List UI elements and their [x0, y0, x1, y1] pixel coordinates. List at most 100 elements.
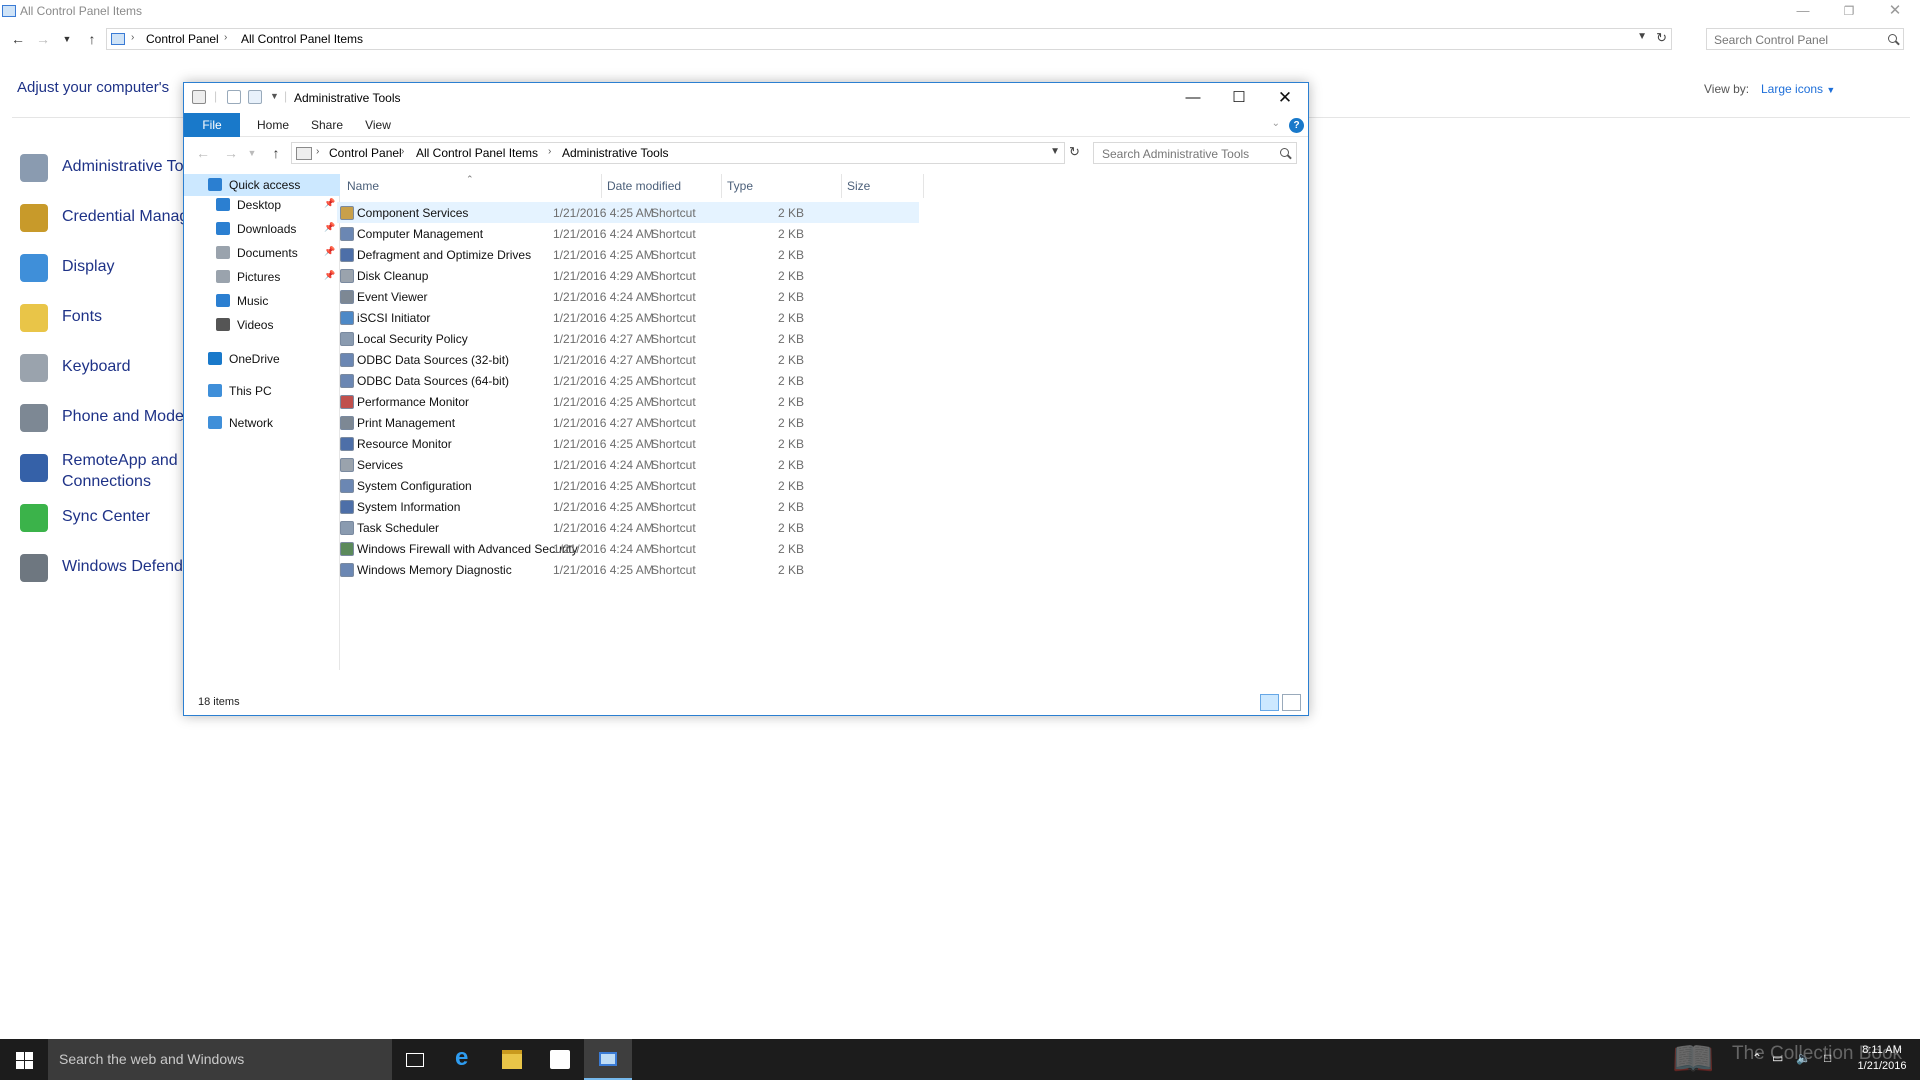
properties-icon[interactable]: [227, 90, 241, 104]
breadcrumb-control-panel[interactable]: Control Panel: [146, 32, 219, 46]
column-header-date-modified[interactable]: Date modified: [602, 174, 722, 198]
new-folder-icon[interactable]: [248, 90, 262, 104]
nav-item[interactable]: Network: [184, 412, 340, 434]
column-header-name[interactable]: Name ⌃: [342, 174, 602, 198]
file-row[interactable]: Disk Cleanup 1/21/2016 4:29 AM Shortcut 2 K…: [337, 265, 919, 286]
customize-toolbar-chevron-icon[interactable]: ▼: [270, 91, 279, 101]
breadcrumb-control-panel[interactable]: Control Panel: [329, 146, 402, 160]
tab-file[interactable]: File: [184, 113, 240, 137]
breadcrumb-separator-icon[interactable]: ›: [316, 146, 319, 157]
control-panel-item[interactable]: Credential Manag: [20, 200, 188, 236]
breadcrumb-administrative-tools[interactable]: Administrative Tools: [562, 146, 669, 160]
control-panel-item[interactable]: Fonts: [20, 300, 180, 336]
details-view-icon[interactable]: [1260, 694, 1279, 711]
volume-icon[interactable]: 🔈: [1796, 1051, 1811, 1065]
explorer-address-bar[interactable]: › Control Panel › All Control Panel Item…: [291, 142, 1065, 164]
file-row[interactable]: Defragment and Optimize Drives 1/21/2016 …: [337, 244, 919, 265]
pin-icon[interactable]: 📌: [324, 198, 335, 209]
refresh-icon[interactable]: ↻: [1656, 30, 1667, 46]
start-button[interactable]: [0, 1039, 48, 1080]
close-button[interactable]: ✕: [1872, 0, 1918, 22]
maximize-button[interactable]: ☐: [1216, 83, 1262, 113]
nav-item[interactable]: Music: [184, 290, 340, 312]
nav-item[interactable]: OneDrive: [184, 348, 340, 370]
pin-icon[interactable]: 📌: [324, 246, 335, 257]
tab-view[interactable]: View: [356, 113, 400, 137]
up-arrow-icon[interactable]: ↑: [82, 29, 102, 49]
nav-item[interactable]: Quick access: [184, 174, 340, 196]
restore-button[interactable]: ❐: [1826, 0, 1872, 22]
address-dropdown-icon[interactable]: ▼: [1050, 146, 1060, 157]
nav-item[interactable]: Documents 📌: [184, 242, 340, 264]
taskbar-search-box[interactable]: Search the web and Windows: [48, 1039, 392, 1080]
nav-item[interactable]: Pictures 📌: [184, 266, 340, 288]
breadcrumb-separator-icon[interactable]: ›: [401, 146, 404, 157]
forward-arrow-icon[interactable]: →: [33, 29, 53, 49]
control-panel-item[interactable]: Keyboard: [20, 350, 180, 386]
control-panel-item[interactable]: Windows Defende: [20, 550, 192, 586]
column-header-size[interactable]: Size: [842, 174, 924, 198]
clock-time[interactable]: 8:11 AM: [1852, 1044, 1912, 1056]
nav-item[interactable]: Videos: [184, 314, 340, 336]
file-row[interactable]: System Configuration 1/21/2016 4:25 AM Sho…: [337, 475, 919, 496]
back-arrow-icon[interactable]: ←: [8, 29, 28, 49]
file-row[interactable]: Windows Memory Diagnostic 1/21/2016 4:25 …: [337, 559, 919, 580]
large-icons-view-icon[interactable]: [1282, 694, 1301, 711]
file-row[interactable]: Services 1/21/2016 4:24 AM Shortcut 2 KB: [337, 454, 919, 475]
file-row[interactable]: Print Management 1/21/2016 4:27 AM Shortcu…: [337, 412, 919, 433]
forward-arrow-icon[interactable]: →: [221, 143, 241, 163]
view-by-dropdown[interactable]: Large icons ▼: [1761, 82, 1835, 96]
control-panel-item[interactable]: Administrative To: [20, 150, 184, 186]
breadcrumb-separator-icon[interactable]: ›: [131, 32, 134, 43]
file-row[interactable]: Task Scheduler 1/21/2016 4:24 AM Shortcut 2…: [337, 517, 919, 538]
minimize-button[interactable]: —: [1780, 0, 1826, 22]
file-row[interactable]: iSCSI Initiator 1/21/2016 4:25 AM Shortcut…: [337, 307, 919, 328]
control-panel-search-input[interactable]: Search Control Panel: [1706, 28, 1904, 50]
show-hidden-icons-chevron-icon[interactable]: ⌃: [1752, 1051, 1762, 1065]
control-panel-taskbar-button[interactable]: [584, 1039, 632, 1080]
tab-share[interactable]: Share: [302, 113, 352, 137]
clock-date[interactable]: 1/21/2016: [1852, 1060, 1912, 1072]
file-row[interactable]: Performance Monitor 1/21/2016 4:25 AM Shor…: [337, 391, 919, 412]
breadcrumb-all-control-panel-items[interactable]: All Control Panel Items: [416, 146, 538, 160]
pin-icon[interactable]: 📌: [324, 222, 335, 233]
nav-item[interactable]: Downloads 📌: [184, 218, 340, 240]
breadcrumb-separator-icon[interactable]: ›: [224, 32, 227, 43]
address-dropdown-icon[interactable]: ▼: [1637, 31, 1647, 42]
column-header-type[interactable]: Type: [722, 174, 842, 198]
action-center-icon[interactable]: □: [1824, 1051, 1831, 1065]
control-panel-item[interactable]: Sync Center: [20, 500, 180, 536]
control-panel-item[interactable]: RemoteApp and D Connections: [20, 450, 194, 490]
breadcrumb-separator-icon[interactable]: ›: [548, 146, 551, 157]
task-view-button[interactable]: [392, 1039, 440, 1080]
edge-button[interactable]: e: [440, 1039, 488, 1080]
file-row[interactable]: Windows Firewall with Advanced Security 1…: [337, 538, 919, 559]
nav-item[interactable]: This PC: [184, 380, 340, 402]
minimize-button[interactable]: —: [1170, 83, 1216, 113]
tab-home[interactable]: Home: [248, 113, 298, 137]
file-row[interactable]: Local Security Policy 1/21/2016 4:27 AM Sh…: [337, 328, 919, 349]
help-icon[interactable]: ?: [1289, 118, 1304, 133]
network-tray-icon[interactable]: ▭: [1772, 1051, 1783, 1065]
back-arrow-icon[interactable]: ←: [193, 143, 213, 163]
file-row[interactable]: Computer Management 1/21/2016 4:24 AM Shor…: [337, 223, 919, 244]
file-row[interactable]: Component Services 1/21/2016 4:25 AM Short…: [337, 202, 919, 223]
recent-locations-chevron-icon[interactable]: ▼: [62, 29, 72, 49]
file-row[interactable]: Event Viewer 1/21/2016 4:24 AM Shortcut 2 K…: [337, 286, 919, 307]
expand-ribbon-chevron-icon[interactable]: ⌄: [1272, 118, 1280, 129]
file-row[interactable]: ODBC Data Sources (64-bit) 1/21/2016 4:25…: [337, 370, 919, 391]
nav-item[interactable]: Desktop 📌: [184, 194, 340, 216]
up-arrow-icon[interactable]: ↑: [266, 143, 286, 163]
control-panel-item[interactable]: Phone and Moder: [20, 400, 189, 436]
file-explorer-button[interactable]: [488, 1039, 536, 1080]
control-panel-item[interactable]: Display: [20, 250, 180, 286]
recent-locations-chevron-icon[interactable]: ▼: [247, 143, 257, 163]
store-button[interactable]: [536, 1039, 584, 1080]
close-button[interactable]: ✕: [1262, 83, 1308, 113]
file-row[interactable]: System Information 1/21/2016 4:25 AM Short…: [337, 496, 919, 517]
file-row[interactable]: Resource Monitor 1/21/2016 4:25 AM Shortcu…: [337, 433, 919, 454]
refresh-icon[interactable]: ↻: [1069, 144, 1080, 160]
explorer-search-input[interactable]: Search Administrative Tools: [1093, 142, 1297, 164]
control-panel-address-bar[interactable]: › Control Panel › All Control Panel Item…: [106, 28, 1672, 50]
pin-icon[interactable]: 📌: [324, 270, 335, 281]
